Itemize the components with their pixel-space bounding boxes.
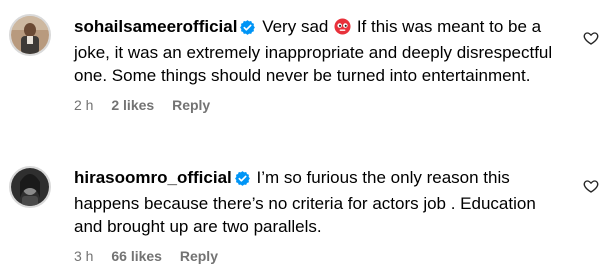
avatar[interactable] bbox=[9, 166, 51, 208]
likes-count[interactable]: 66 likes bbox=[111, 248, 162, 264]
comment-body: sohailsameerofficial Very sad If this wa… bbox=[74, 15, 566, 114]
comment-text: sohailsameerofficial Very sad If this wa… bbox=[74, 15, 566, 87]
comment-text: hirasoomro_official I’m so furious the o… bbox=[74, 166, 566, 238]
username[interactable]: hirasoomro_official bbox=[74, 168, 232, 187]
avatar-image bbox=[11, 168, 49, 206]
no-entry-emoji-icon bbox=[334, 18, 351, 41]
comment-meta: 3 h 66 likes Reply bbox=[74, 247, 566, 265]
verified-badge-icon bbox=[234, 169, 250, 192]
avatar[interactable] bbox=[9, 14, 51, 56]
likes-count[interactable]: 2 likes bbox=[111, 97, 154, 113]
username[interactable]: sohailsameerofficial bbox=[74, 17, 237, 36]
timestamp: 2 h bbox=[74, 97, 94, 113]
reply-button[interactable]: Reply bbox=[172, 97, 210, 113]
comment-body: hirasoomro_official I’m so furious the o… bbox=[74, 166, 566, 265]
avatar-image bbox=[11, 16, 49, 54]
comment-meta: 2 h 2 likes Reply bbox=[74, 96, 566, 114]
reply-button[interactable]: Reply bbox=[180, 248, 218, 264]
verified-badge-icon bbox=[240, 18, 256, 41]
heart-outline-icon[interactable] bbox=[583, 30, 599, 46]
comment-text-part: Very sad bbox=[262, 17, 329, 36]
heart-outline-icon[interactable] bbox=[583, 178, 599, 194]
timestamp: 3 h bbox=[74, 248, 94, 264]
